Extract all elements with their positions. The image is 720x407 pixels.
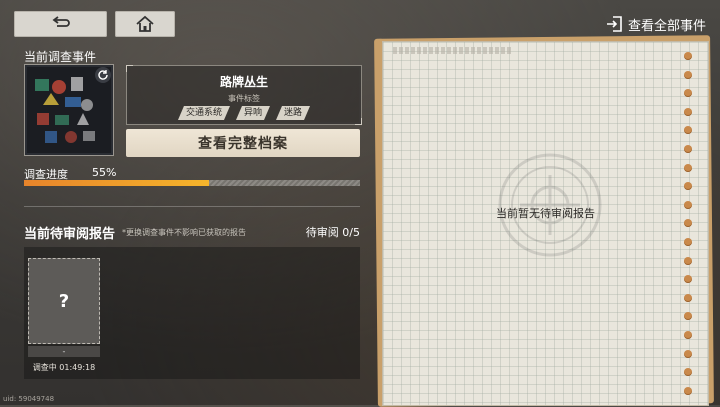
view-all-events-button[interactable]: 查看全部事件 <box>606 14 706 34</box>
notebook-ring <box>684 386 692 395</box>
notebook-ring <box>684 293 692 302</box>
back-button[interactable] <box>14 11 107 37</box>
empty-reports-text: 当前暂无待审阅报告 <box>496 207 595 220</box>
pending-count: 待审阅 0/5 <box>305 226 360 239</box>
event-tag: 异响 <box>236 106 270 120</box>
notebook-ring <box>684 331 692 339</box>
notebook-ring <box>684 52 692 60</box>
event-tag-header: 事件标签 <box>228 94 260 103</box>
progress-bar <box>24 180 360 186</box>
notebook-ring <box>684 145 692 153</box>
notebook-ring <box>684 163 692 172</box>
pending-reports-title: 当前待审阅报告 <box>24 227 116 242</box>
refresh-icon <box>98 70 108 80</box>
current-event-title: 当前调查事件 <box>24 50 97 64</box>
notebook-ring <box>684 256 692 265</box>
user-id: uid: 59049748 <box>3 395 55 403</box>
notebook-ring <box>684 349 692 358</box>
report-slot-bar: - <box>28 346 100 357</box>
event-name: 路牌丛生 <box>219 75 268 89</box>
event-image[interactable] <box>24 64 114 156</box>
home-icon <box>136 15 154 32</box>
report-slot-status: 调查中 01:49:18 <box>32 363 96 372</box>
return-icon <box>52 16 70 27</box>
notebook-ring <box>684 70 692 79</box>
notebook-ring <box>684 107 692 116</box>
view-full-archive-button[interactable]: 查看完整档案 <box>126 129 360 157</box>
divider <box>24 206 360 207</box>
event-tag: 交通系统 <box>178 106 230 120</box>
enter-icon <box>606 16 622 32</box>
refresh-event-button[interactable] <box>95 67 111 83</box>
progress-fill <box>24 180 209 186</box>
notebook-header-marks <box>393 47 513 54</box>
pending-reports-note: *更换调查事件不影响已获取的报告 <box>122 228 246 237</box>
unknown-report-icon: ? <box>58 290 70 312</box>
event-info-panel: 路牌丛生 事件标签 交通系统 异响 迷路 <box>126 65 362 125</box>
event-tags: 交通系统 异响 迷路 <box>127 106 361 120</box>
progress-percent: 55% <box>92 166 117 179</box>
notebook-ring <box>684 238 692 246</box>
notebook-ring <box>684 200 692 209</box>
view-all-label: 查看全部事件 <box>627 18 706 34</box>
report-slot[interactable]: ? <box>28 258 100 344</box>
event-tag: 迷路 <box>276 106 310 120</box>
home-button[interactable] <box>115 11 175 37</box>
